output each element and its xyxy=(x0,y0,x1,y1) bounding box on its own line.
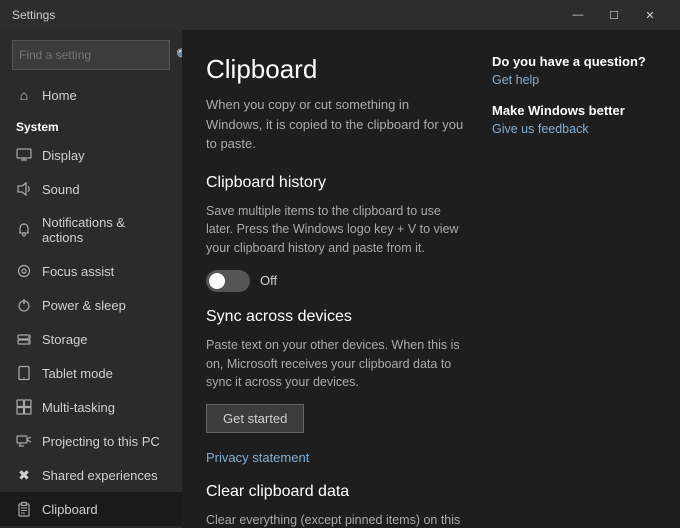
display-icon xyxy=(16,147,32,163)
sidebar-item-label: Shared experiences xyxy=(42,468,158,483)
power-icon xyxy=(16,297,32,313)
sidebar-item-label: Notifications & actions xyxy=(42,215,166,245)
section-history-description: Save multiple items to the clipboard to … xyxy=(206,202,468,258)
notifications-icon xyxy=(16,222,32,238)
search-box[interactable]: 🔍 xyxy=(12,40,170,70)
maximize-button[interactable]: ☐ xyxy=(596,0,632,30)
content-main: Clipboard When you copy or cut something… xyxy=(206,54,468,504)
history-toggle-label: Off xyxy=(260,273,277,288)
sidebar: 🔍 ⌂ Home System Display Sound Notificati… xyxy=(0,30,182,528)
side-question: Do you have a question? xyxy=(492,54,652,69)
sidebar-item-label: Clipboard xyxy=(42,502,98,517)
shared-icon: ✖ xyxy=(16,467,32,483)
sidebar-item-label: Sound xyxy=(42,182,80,197)
sidebar-item-clipboard[interactable]: Clipboard xyxy=(0,492,182,526)
sidebar-item-shared[interactable]: ✖ Shared experiences xyxy=(0,458,182,492)
section-clear-title: Clear clipboard data xyxy=(206,483,468,501)
content-side: Do you have a question? Get help Make Wi… xyxy=(492,54,652,504)
tablet-icon xyxy=(16,365,32,381)
section-sync-title: Sync across devices xyxy=(206,308,468,326)
sidebar-item-storage[interactable]: Storage xyxy=(0,322,182,356)
section-clear-description: Clear everything (except pinned items) o… xyxy=(206,511,468,528)
sidebar-item-label: Power & sleep xyxy=(42,298,126,313)
sidebar-item-label: Focus assist xyxy=(42,264,114,279)
sidebar-item-label: Storage xyxy=(42,332,88,347)
section-sync-description: Paste text on your other devices. When t… xyxy=(206,336,468,392)
storage-icon xyxy=(16,331,32,347)
titlebar: Settings — ☐ ✕ xyxy=(0,0,680,30)
sidebar-item-label: Projecting to this PC xyxy=(42,434,160,449)
get-started-button[interactable]: Get started xyxy=(206,404,304,433)
sidebar-item-display[interactable]: Display xyxy=(0,138,182,172)
section-history-title: Clipboard history xyxy=(206,174,468,192)
sidebar-item-label: Multi-tasking xyxy=(42,400,115,415)
home-icon: ⌂ xyxy=(16,87,32,103)
sidebar-item-notifications[interactable]: Notifications & actions xyxy=(0,206,182,254)
sidebar-item-home[interactable]: ⌂ Home xyxy=(0,78,182,112)
sidebar-item-label: Tablet mode xyxy=(42,366,113,381)
feedback-link[interactable]: Give us feedback xyxy=(492,122,652,136)
sidebar-item-label: Display xyxy=(42,148,85,163)
search-input[interactable] xyxy=(19,48,174,62)
sidebar-item-label: Home xyxy=(42,88,77,103)
titlebar-title: Settings xyxy=(12,8,55,22)
sidebar-item-sound[interactable]: Sound xyxy=(0,172,182,206)
sound-icon xyxy=(16,181,32,197)
page-description: When you copy or cut something in Window… xyxy=(206,95,468,154)
sidebar-item-tablet[interactable]: Tablet mode xyxy=(0,356,182,390)
page-title: Clipboard xyxy=(206,54,468,85)
get-help-link[interactable]: Get help xyxy=(492,73,652,87)
history-toggle[interactable] xyxy=(206,270,250,292)
sidebar-item-multitasking[interactable]: Multi-tasking xyxy=(0,390,182,424)
titlebar-controls: — ☐ ✕ xyxy=(560,0,668,30)
minimize-button[interactable]: — xyxy=(560,0,596,30)
projecting-icon xyxy=(16,433,32,449)
sidebar-section-label: System xyxy=(0,112,182,138)
clipboard-icon xyxy=(16,501,32,517)
app-container: 🔍 ⌂ Home System Display Sound Notificati… xyxy=(0,30,680,528)
history-toggle-row: Off xyxy=(206,270,468,292)
focus-icon xyxy=(16,263,32,279)
privacy-link[interactable]: Privacy statement xyxy=(206,450,309,465)
sidebar-item-projecting[interactable]: Projecting to this PC xyxy=(0,424,182,458)
make-better-label: Make Windows better xyxy=(492,103,652,118)
sidebar-item-power[interactable]: Power & sleep xyxy=(0,288,182,322)
main-content: Clipboard When you copy or cut something… xyxy=(182,30,680,528)
close-button[interactable]: ✕ xyxy=(632,0,668,30)
multitasking-icon xyxy=(16,399,32,415)
sidebar-item-focus[interactable]: Focus assist xyxy=(0,254,182,288)
